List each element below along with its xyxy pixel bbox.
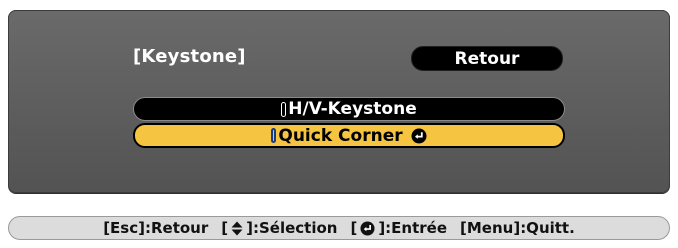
menu-title: [Keystone] — [133, 46, 246, 67]
up-down-arrow-icon — [231, 221, 243, 236]
enter-icon — [411, 128, 427, 144]
help-esc-key: [Esc] — [103, 219, 145, 237]
help-navigate: [ ] :Sélection — [221, 219, 337, 237]
help-menu: [Menu] :Quitt. — [460, 219, 575, 237]
bracket-close: ] — [246, 219, 253, 237]
help-navigate-key: [ ] — [221, 219, 253, 237]
bracket-close: ] — [378, 219, 386, 237]
help-bar: [Esc] :Retour [ ] :Sélection []:Entrée… — [8, 216, 670, 240]
bracket-open: [ — [221, 219, 229, 237]
bracket-open: [ — [350, 219, 358, 237]
enter-icon — [360, 220, 375, 236]
option-hv-keystone-label: H/V-Keystone — [288, 99, 417, 119]
help-menu-key: [Menu] — [460, 219, 521, 237]
help-enter: [ ] :Entrée — [350, 219, 447, 237]
help-esc-action: :Retour — [144, 219, 209, 237]
help-navigate-action: :Sélection — [252, 219, 338, 237]
selection-cursor-icon — [271, 128, 277, 143]
keystone-menu-panel: [Keystone] Retour H/V-Keystone Quick Cor… — [8, 10, 670, 193]
selection-cursor-icon — [281, 101, 287, 117]
option-quick-corner[interactable]: Quick Corner — [133, 123, 565, 148]
help-enter-action: :Entrée — [385, 219, 448, 237]
help-esc: [Esc] :Retour — [103, 219, 208, 237]
back-button[interactable]: Retour — [411, 46, 563, 71]
help-enter-key: [ ] — [350, 219, 385, 237]
help-menu-action: :Quitt. — [520, 219, 575, 237]
option-hv-keystone[interactable]: H/V-Keystone — [133, 97, 565, 121]
option-quick-corner-label: Quick Corner — [278, 125, 403, 146]
